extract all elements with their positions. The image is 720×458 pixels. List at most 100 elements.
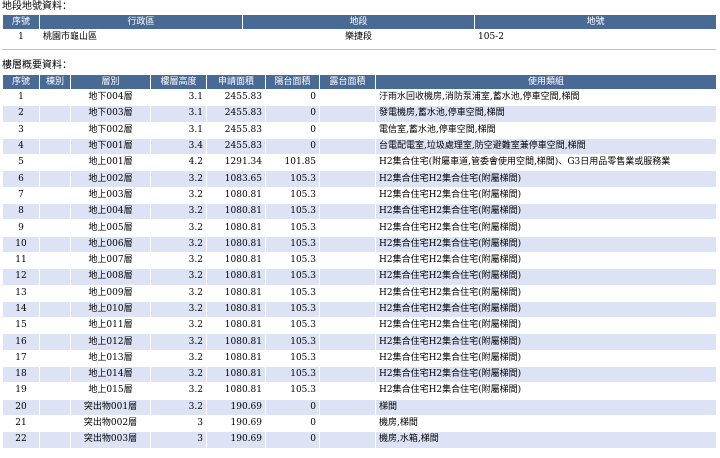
cell-usage-category: 機房,梯間 — [375, 414, 717, 433]
cell-balcony-area: 0 — [265, 414, 320, 433]
cell-usage-category: H2集合住宅H2集合住宅(附屬梯間) — [375, 317, 717, 335]
cell-balcony-area: 105.3 — [265, 235, 320, 253]
cell-terrace-area — [319, 414, 376, 433]
column-header-floor: 層別 — [70, 74, 151, 90]
cell-seq: 6 — [2, 170, 40, 188]
table-row: 7 地上003層 3.2 1080.81 105.3 H2集合住宅H2集合住宅(附屬梯間) — [2, 186, 717, 205]
cell-seq: 1 — [2, 28, 40, 47]
cell-balcony-area: 0 — [265, 105, 320, 123]
cell-floor: 突出物002層 — [70, 414, 151, 433]
floor-section-caption: 樓層概要資料： — [2, 60, 72, 71]
cell-usage-category: H2集合住宅H2集合住宅(附屬梯間) — [375, 219, 717, 237]
cell-floor: 地上007層 — [70, 251, 151, 270]
table-row: 19 地上015層 3.2 1080.81 105.3 H2集合住宅H2集合住宅(附屬梯間… — [2, 382, 717, 400]
cell-seq: 16 — [2, 333, 40, 351]
cell-balcony-area: 0 — [265, 88, 320, 107]
cell-floor-height: 3.2 — [150, 170, 207, 188]
cell-applied-area: 1083.65 — [206, 170, 266, 188]
cell-terrace-area — [319, 251, 376, 270]
table-row: 6 地上002層 3.2 1083.65 105.3 H2集合住宅H2集合住宅(附屬梯間) — [2, 170, 717, 188]
cell-floor: 地上008層 — [70, 268, 151, 286]
cell-applied-area: 1080.81 — [206, 186, 266, 205]
cell-balcony-area: 105.3 — [265, 170, 320, 188]
cell-building — [39, 235, 71, 253]
table-row: 16 地上012層 3.2 1080.81 105.3 H2集合住宅H2集合住宅(附屬梯間… — [2, 333, 717, 351]
cell-floor: 地下002層 — [70, 121, 151, 139]
table-row: 14 地上010層 3.2 1080.81 105.3 H2集合住宅H2集合住宅(附屬梯間… — [2, 300, 717, 319]
cell-floor: 地上010層 — [70, 300, 151, 319]
table-row: 11 地上007層 3.2 1080.81 105.3 H2集合住宅H2集合住宅(附屬梯間… — [2, 251, 717, 270]
cell-terrace-area — [319, 121, 376, 139]
table-row: 2 地下003層 3.1 2455.83 0 發電機房,蓄水池,停車空間,梯間 — [2, 105, 717, 123]
cell-floor: 地上015層 — [70, 382, 151, 400]
cell-floor-height: 3.1 — [150, 88, 207, 107]
cell-terrace-area — [319, 300, 376, 319]
cell-applied-area: 2455.83 — [206, 105, 266, 123]
cell-floor-height: 3.2 — [150, 203, 207, 221]
cell-building — [39, 268, 71, 286]
cell-usage-category: 梯間 — [375, 398, 717, 416]
cell-building — [39, 300, 71, 319]
cell-usage-category: H2集合住宅H2集合住宅(附屬梯間) — [375, 300, 717, 319]
cell-seq: 15 — [2, 317, 40, 335]
table-row: 12 地上008層 3.2 1080.81 105.3 H2集合住宅H2集合住宅(附屬梯間… — [2, 268, 717, 286]
cell-balcony-area: 105.3 — [265, 366, 320, 384]
cell-building — [39, 349, 71, 368]
cell-usage-category: 汙雨水回收機房,消防泵浦室,蓄水池,停車空間,梯間 — [375, 88, 717, 107]
cell-seq: 7 — [2, 186, 40, 205]
table-row: 21 突出物002層 3 190.69 0 機房,梯間 — [2, 414, 717, 433]
cell-floor: 突出物001層 — [70, 398, 151, 416]
cell-applied-area: 1080.81 — [206, 219, 266, 237]
table-row: 3 地下002層 3.1 2455.83 0 電信室,蓄水池,停車空間,梯間 — [2, 121, 717, 139]
cell-building — [39, 398, 71, 416]
cell-terrace-area — [319, 268, 376, 286]
cell-applied-area: 1080.81 — [206, 317, 266, 335]
cell-floor-height: 3.2 — [150, 382, 207, 400]
cell-balcony-area: 105.3 — [265, 284, 320, 302]
cell-balcony-area: 105.3 — [265, 333, 320, 351]
cell-floor-height: 3.2 — [150, 317, 207, 335]
cell-building — [39, 333, 71, 351]
cell-usage-category: H2集合住宅H2集合住宅(附屬梯間) — [375, 235, 717, 253]
cell-terrace-area — [319, 154, 376, 172]
cell-floor: 地上014層 — [70, 366, 151, 384]
cell-applied-area: 1080.81 — [206, 382, 266, 400]
cell-balcony-area: 0 — [265, 398, 320, 416]
cell-applied-area: 1080.81 — [206, 235, 266, 253]
table-row: 15 地上011層 3.2 1080.81 105.3 H2集合住宅H2集合住宅(附屬梯間… — [2, 317, 717, 335]
column-header-seq: 序號 — [2, 14, 40, 30]
cell-applied-area: 1080.81 — [206, 251, 266, 270]
cell-balcony-area: 105.3 — [265, 268, 320, 286]
cell-building — [39, 414, 71, 433]
table-row: 18 地上014層 3.2 1080.81 105.3 H2集合住宅H2集合住宅(附屬梯間… — [2, 366, 717, 384]
cell-floor-height: 3.2 — [150, 349, 207, 368]
cell-applied-area: 190.69 — [206, 414, 266, 433]
column-header-lot-number: 地號 — [474, 14, 717, 30]
cell-floor-height: 3.2 — [150, 300, 207, 319]
cell-floor-height: 4.2 — [150, 154, 207, 172]
cell-building — [39, 154, 71, 172]
cell-terrace-area — [319, 284, 376, 302]
cell-terrace-area — [319, 398, 376, 416]
cell-usage-category: H2集合住宅(附屬車道,管委會使用空間,梯間)、G3日用品零售業或服務業 — [375, 154, 717, 172]
section-divider — [2, 49, 716, 50]
cell-seq: 17 — [2, 349, 40, 368]
table-row: 1 地下004層 3.1 2455.83 0 汙雨水回收機房,消防泵浦室,蓄水池,停車空間… — [2, 88, 717, 107]
cell-floor-height: 3.1 — [150, 121, 207, 139]
cell-building — [39, 219, 71, 237]
cell-seq: 10 — [2, 235, 40, 253]
cell-terrace-area — [319, 235, 376, 253]
land-table-header: 序號 行政區 地段 地號 — [2, 14, 717, 30]
cell-floor-height: 3.2 — [150, 333, 207, 351]
column-header-land-section: 地段 — [242, 14, 475, 30]
column-header-district: 行政區 — [39, 14, 243, 30]
cell-seq: 18 — [2, 366, 40, 384]
column-header-terrace-area: 露台面積 — [319, 74, 376, 90]
column-header-usage-category: 使用類組 — [375, 74, 717, 90]
cell-balcony-area: 105.3 — [265, 382, 320, 400]
cell-building — [39, 105, 71, 123]
cell-usage-category: H2集合住宅H2集合住宅(附屬梯間) — [375, 349, 717, 368]
cell-floor-height: 3 — [150, 431, 207, 449]
cell-usage-category: H2集合住宅H2集合住宅(附屬梯間) — [375, 186, 717, 205]
cell-building — [39, 431, 71, 449]
